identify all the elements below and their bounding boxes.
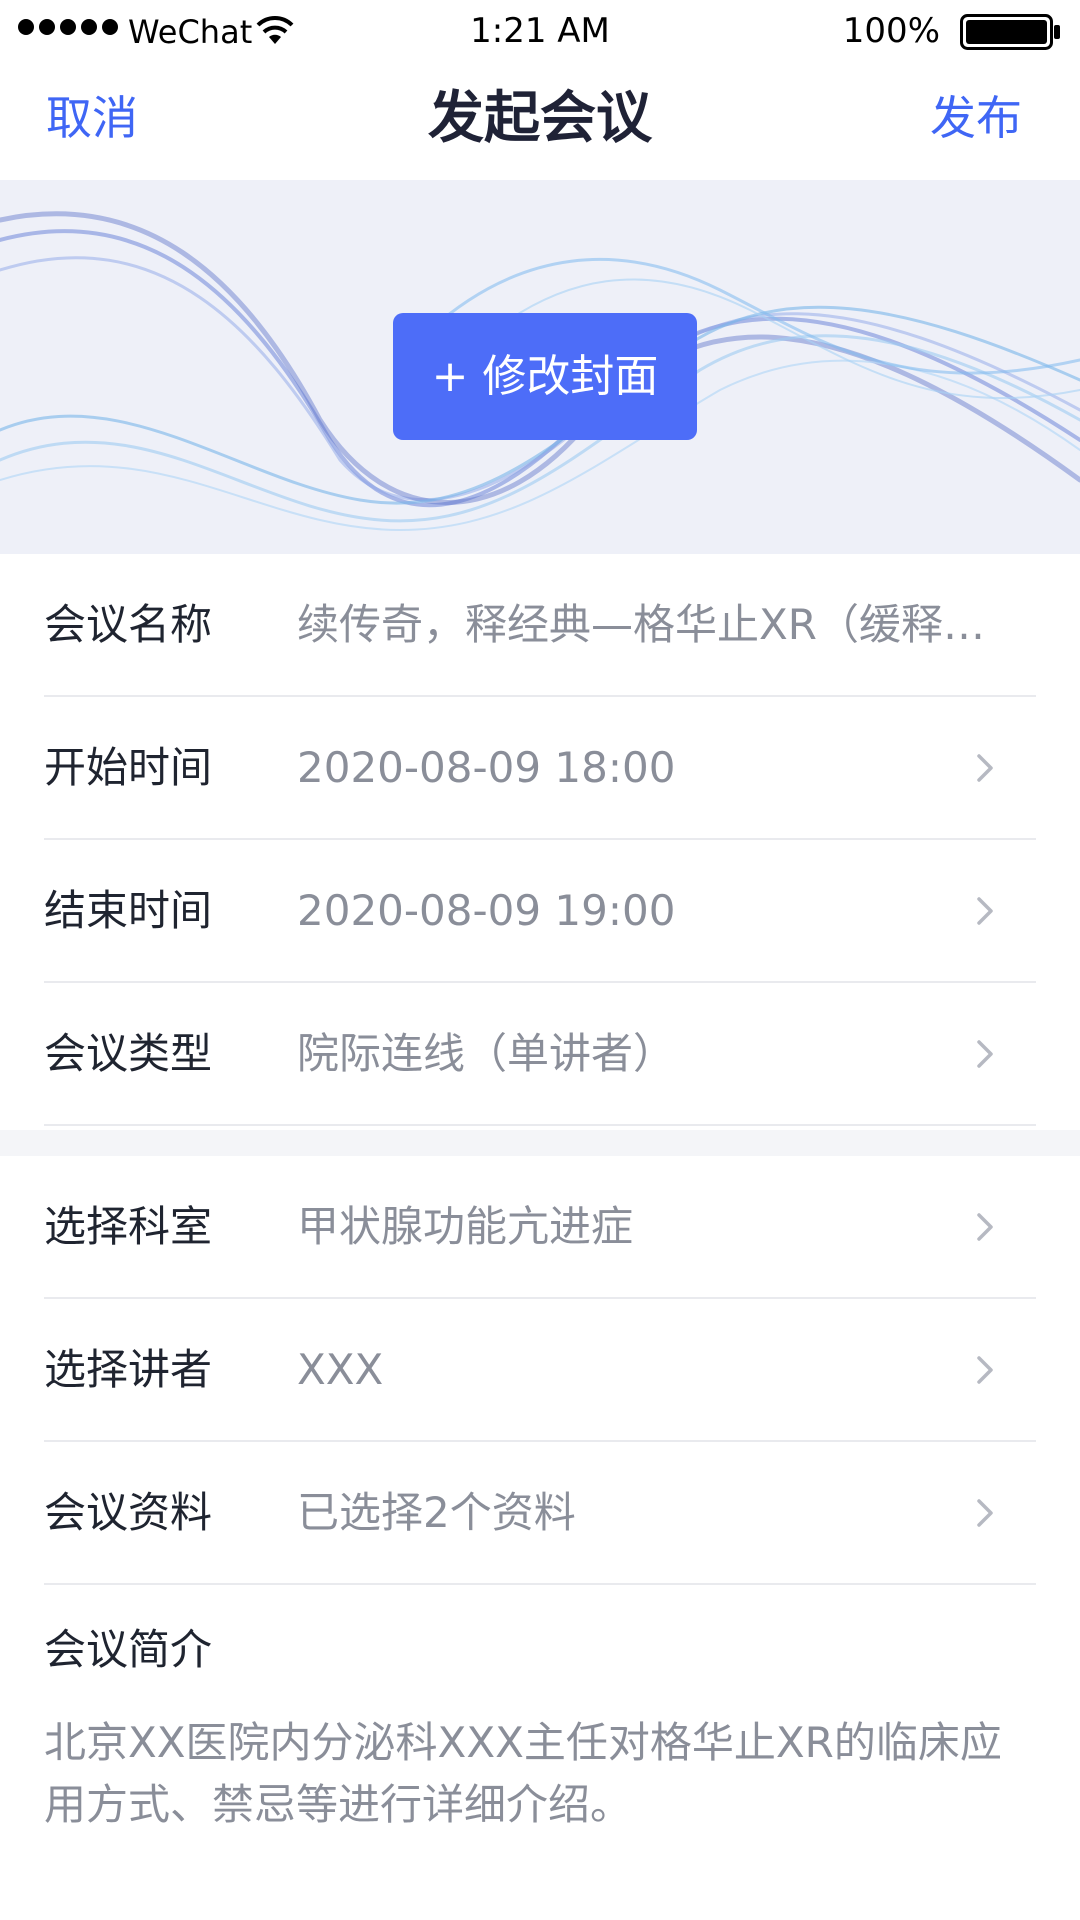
row-label: 会议类型 — [44, 1029, 213, 1078]
chevron-right-icon — [977, 1356, 993, 1384]
speaker-value: XXX — [297, 1345, 384, 1394]
cover-image: + 修改封面 — [0, 180, 1080, 554]
publish-button[interactable]: 发布 — [930, 86, 1022, 150]
chevron-right-icon — [977, 1213, 993, 1241]
speaker-row[interactable]: 选择讲者 XXX — [44, 1299, 1036, 1442]
meeting-name-input[interactable]: 续传奇，释经典—格华止XR（缓释… — [297, 554, 985, 695]
department-row[interactable]: 选择科室 甲状腺功能亢进症 — [44, 1156, 1036, 1299]
row-label: 开始时间 — [44, 743, 213, 792]
change-cover-button[interactable]: + 修改封面 — [393, 313, 697, 440]
status-bar: WeChat 1:21 AM 100% — [0, 0, 1080, 64]
meeting-type-row[interactable]: 会议类型 院际连线（单讲者） — [44, 983, 1036, 1126]
row-label: 选择科室 — [44, 1202, 213, 1251]
department-value: 甲状腺功能亢进症 — [297, 1202, 634, 1251]
row-label: 结束时间 — [44, 886, 213, 935]
materials-row[interactable]: 会议资料 已选择2个资料 — [44, 1442, 1036, 1585]
row-label: 会议资料 — [44, 1488, 213, 1537]
chevron-right-icon — [977, 1040, 993, 1068]
meeting-name-row[interactable]: 会议名称 续传奇，释经典—格华止XR（缓释… — [44, 554, 1036, 697]
start-time-value: 2020-08-09 18:00 — [297, 743, 676, 792]
chevron-right-icon — [977, 754, 993, 782]
chevron-right-icon — [977, 897, 993, 925]
meeting-type-value: 院际连线（单讲者） — [297, 1029, 676, 1078]
page-title: 发起会议 — [428, 86, 652, 151]
chevron-right-icon — [977, 1499, 993, 1527]
navigation-bar: 取消 发起会议 发布 — [0, 64, 1080, 180]
row-label: 选择讲者 — [44, 1345, 213, 1394]
battery-icon — [960, 14, 1060, 50]
start-time-row[interactable]: 开始时间 2020-08-09 18:00 — [44, 697, 1036, 840]
end-time-value: 2020-08-09 19:00 — [297, 886, 676, 935]
intro-textarea[interactable]: 北京XX医院内分泌科XXX主任对格华止XR的临床应用方式、禁忌等进行详细介绍。 — [44, 1712, 1004, 1836]
intro-label: 会议简介 — [44, 1625, 213, 1674]
end-time-row[interactable]: 结束时间 2020-08-09 19:00 — [44, 840, 1036, 983]
section-divider — [0, 1130, 1080, 1156]
battery-percent: 100% — [842, 11, 940, 51]
row-label: 会议名称 — [44, 600, 213, 649]
materials-value: 已选择2个资料 — [297, 1488, 576, 1537]
